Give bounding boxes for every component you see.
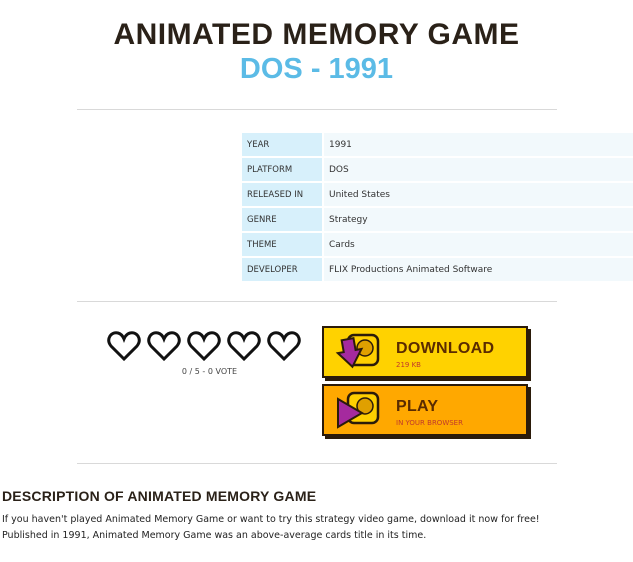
divider-top (77, 109, 557, 110)
download-button[interactable]: DOWNLOAD 219 KB (322, 326, 528, 378)
divider-middle (77, 301, 557, 302)
info-value[interactable]: Strategy (324, 208, 633, 231)
description-line-2: Published in 1991, Animated Memory Game … (2, 530, 427, 541)
info-row-released: RELEASED IN United States (242, 183, 633, 206)
info-key: RELEASED IN (242, 183, 322, 206)
play-label: PLAY (396, 398, 439, 415)
heart-icon-1[interactable] (107, 331, 141, 362)
floppy-play-icon (337, 391, 380, 429)
heart-icon-5[interactable] (267, 331, 301, 362)
info-value: United States (324, 183, 633, 206)
info-row-genre: GENRE Strategy (242, 208, 633, 231)
play-button[interactable]: PLAY IN YOUR BROWSER (322, 384, 528, 436)
info-key: PLATFORM (242, 158, 322, 181)
heart-icon-4[interactable] (227, 331, 261, 362)
download-label: DOWNLOAD (396, 340, 495, 357)
info-row-platform: PLATFORM DOS (242, 158, 633, 181)
download-size: 219 KB (396, 361, 421, 369)
info-key: YEAR (242, 133, 322, 156)
play-sub-label: IN YOUR BROWSER (396, 419, 463, 427)
info-value[interactable]: FLIX Productions Animated Software (324, 258, 633, 281)
info-value: 1991 (324, 133, 633, 156)
description-line-1: If you haven't played Animated Memory Ga… (2, 514, 540, 525)
vote-count: 0 / 5 - 0 VOTE (181, 367, 238, 376)
info-key: THEME (242, 233, 322, 256)
info-key: DEVELOPER (242, 258, 322, 281)
info-row-theme: THEME Cards (242, 233, 633, 256)
description-text: If you haven't played Animated Memory Ga… (2, 512, 622, 544)
game-info-table: YEAR 1991 PLATFORM DOS RELEASED IN Unite… (242, 133, 633, 283)
heart-icon-2[interactable] (147, 331, 181, 362)
info-row-developer: DEVELOPER FLIX Productions Animated Soft… (242, 258, 633, 281)
floppy-download-icon (335, 333, 380, 369)
divider-bottom (77, 463, 557, 464)
info-value[interactable]: DOS (324, 158, 633, 181)
heart-icon-3[interactable] (187, 331, 221, 362)
info-row-year: YEAR 1991 (242, 133, 633, 156)
description-heading: DESCRIPTION OF ANIMATED MEMORY GAME (2, 488, 317, 504)
game-title: ANIMATED MEMORY GAME (113, 18, 520, 51)
info-value[interactable]: Cards (324, 233, 633, 256)
platform-year-subtitle: DOS - 1991 (239, 53, 394, 85)
info-key: GENRE (242, 208, 322, 231)
rating-hearts (107, 331, 301, 362)
